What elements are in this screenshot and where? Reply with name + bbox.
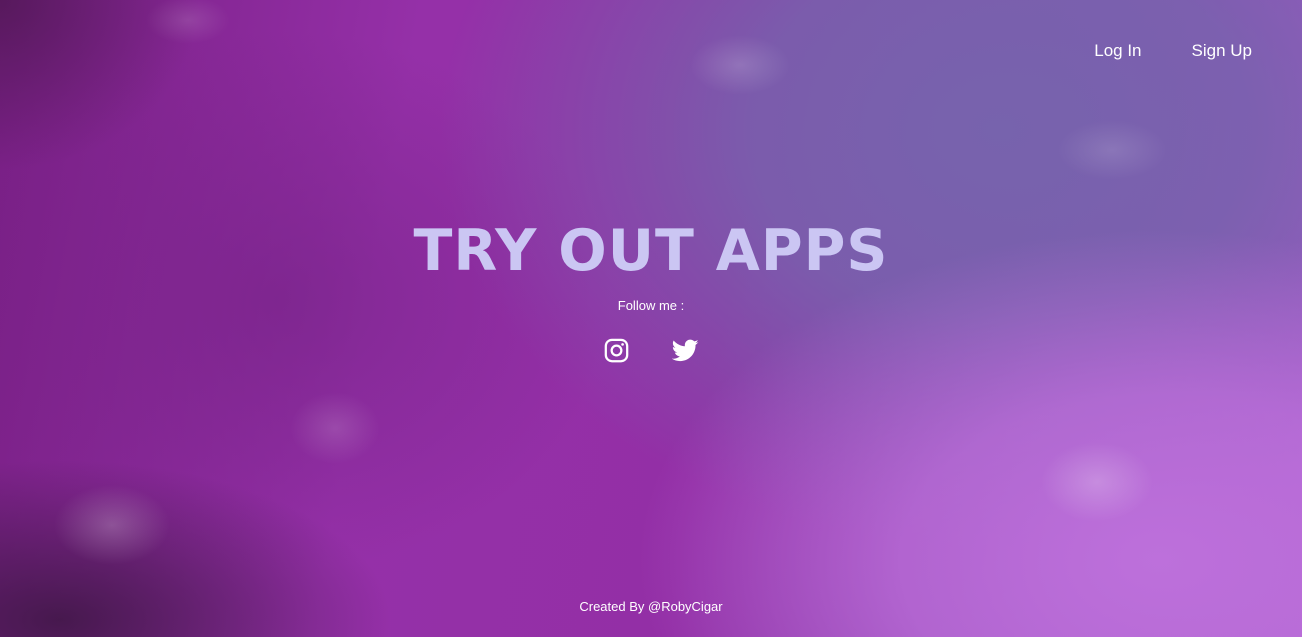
footer-credit: Created By @RobyCigar bbox=[579, 599, 723, 614]
top-nav: Log In Sign Up bbox=[1094, 40, 1252, 62]
twitter-icon bbox=[672, 339, 699, 362]
social-links bbox=[0, 337, 1302, 364]
instagram-link[interactable] bbox=[603, 337, 630, 364]
instagram-icon bbox=[604, 338, 629, 363]
login-link[interactable]: Log In bbox=[1094, 40, 1141, 62]
signup-link[interactable]: Sign Up bbox=[1192, 40, 1252, 62]
follow-label: Follow me : bbox=[617, 298, 685, 313]
twitter-link[interactable] bbox=[672, 337, 699, 364]
page-title: TRY OUT APPS bbox=[413, 218, 889, 284]
hero-section: TRY OUT APPS Follow me : bbox=[0, 218, 1302, 364]
